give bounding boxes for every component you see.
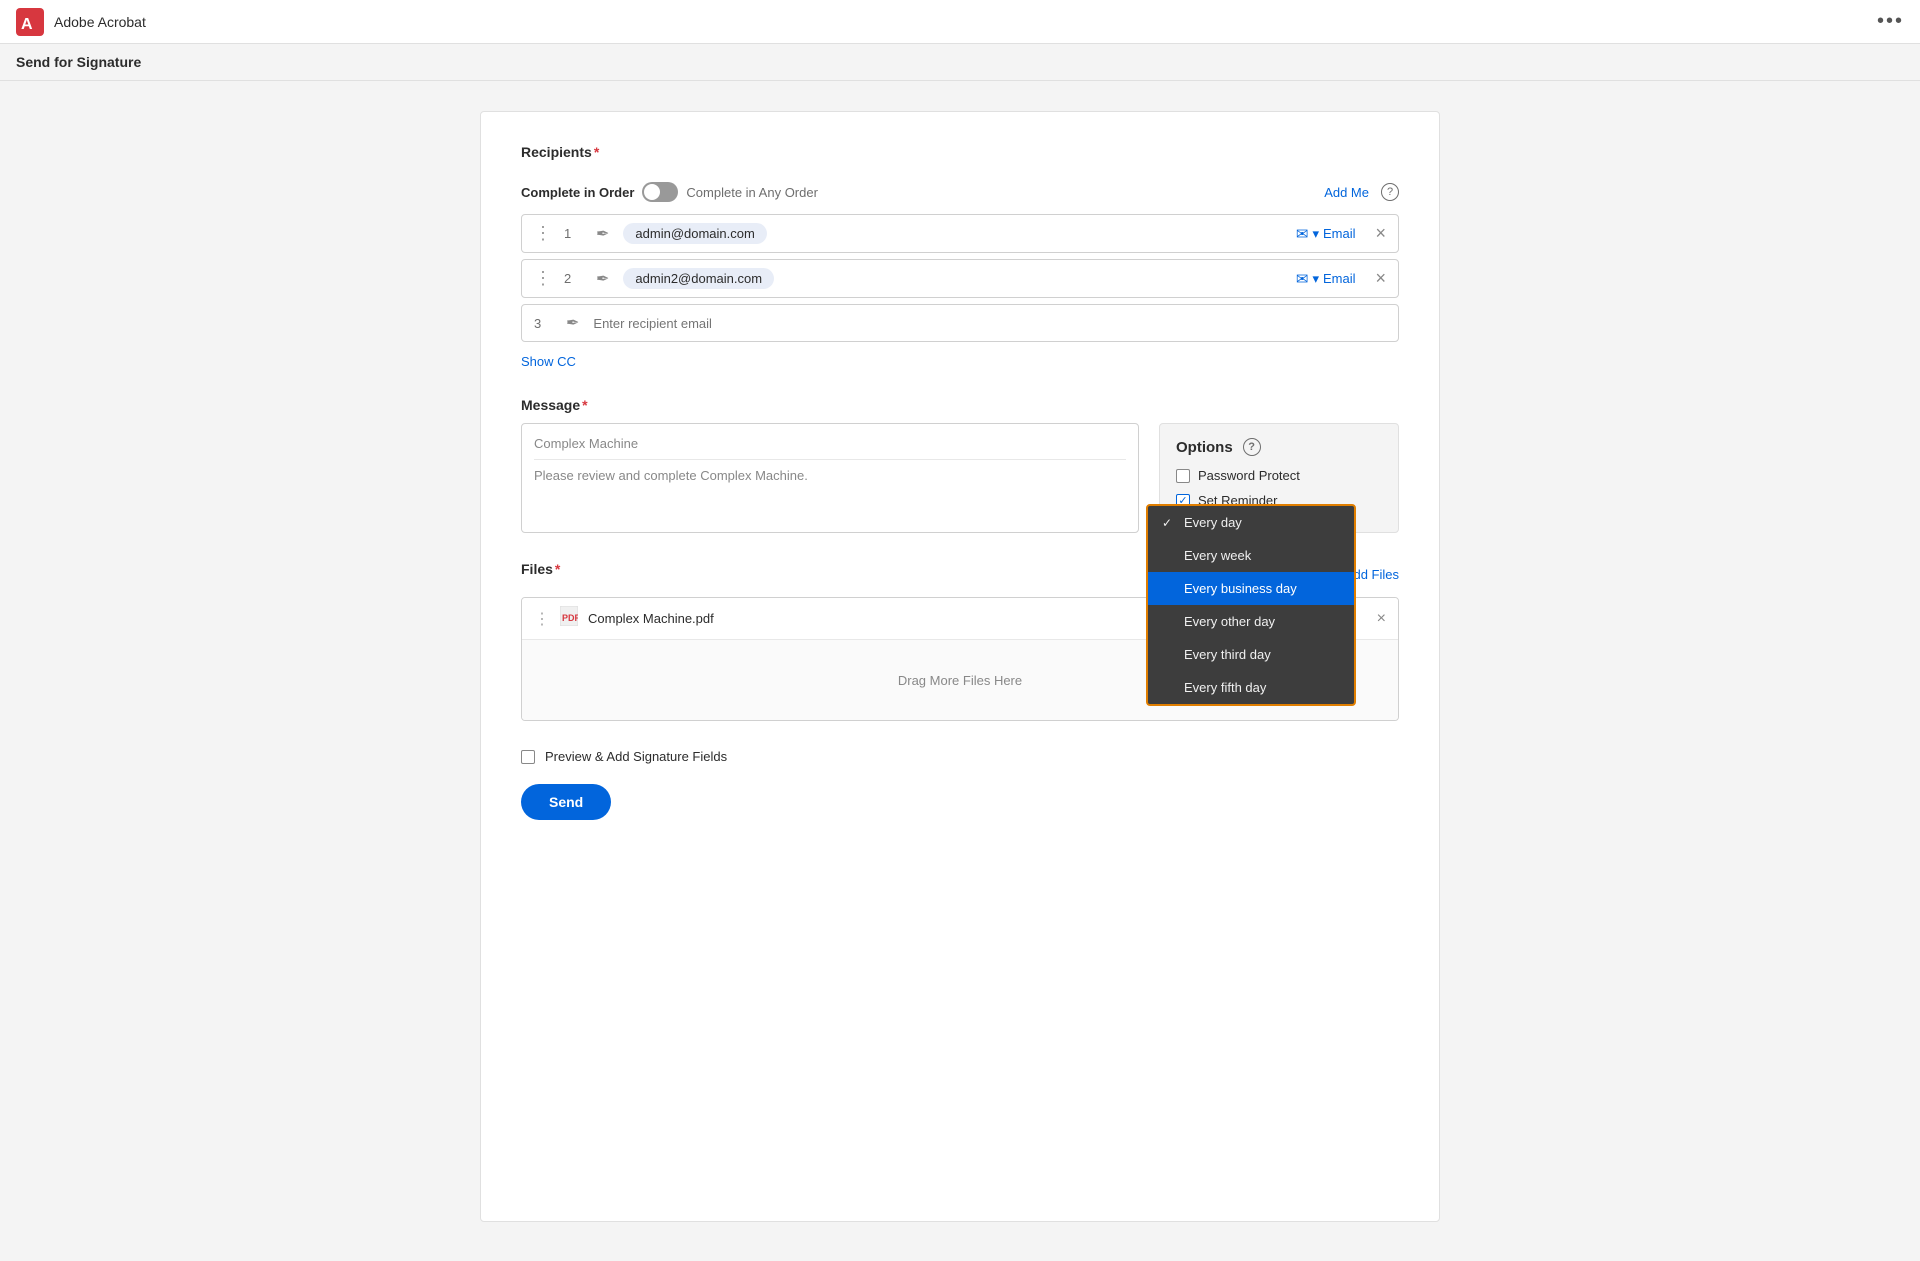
complete-in-order-label: Complete in Order	[521, 185, 634, 200]
files-label: Files*	[521, 561, 560, 577]
drag-handle[interactable]: ⋮	[534, 268, 552, 289]
message-area: Complex Machine Please review and comple…	[521, 423, 1399, 533]
order-toggle-row: Complete in Order Complete in Any Order …	[521, 182, 1399, 202]
password-protect-checkbox[interactable]	[1176, 469, 1190, 483]
checkmark-icon: ✓	[1162, 516, 1176, 530]
app-title: Adobe Acrobat	[54, 14, 146, 30]
message-label: Message*	[521, 397, 1399, 413]
message-body: Please review and complete Complex Machi…	[534, 468, 1126, 483]
envelope-icon: ✉	[1296, 225, 1309, 243]
password-protect-row: Password Protect	[1176, 468, 1382, 483]
preview-label: Preview & Add Signature Fields	[545, 749, 727, 764]
dropdown-item[interactable]: ✓ Every day	[1148, 506, 1354, 539]
email-type-selector[interactable]: ✉ ▾ Email	[1296, 270, 1356, 288]
message-box[interactable]: Complex Machine Please review and comple…	[521, 423, 1139, 533]
signature-icon: ✒	[596, 269, 609, 289]
email-chip[interactable]: admin@domain.com	[623, 223, 766, 244]
show-cc-link[interactable]: Show CC	[521, 354, 576, 369]
remove-recipient-button[interactable]: ×	[1375, 268, 1386, 289]
remove-recipient-button[interactable]: ×	[1375, 223, 1386, 244]
complete-any-order-label: Complete in Any Order	[686, 185, 818, 200]
chevron-down-icon: ▾	[1312, 226, 1319, 242]
email-chip[interactable]: admin2@domain.com	[623, 268, 774, 289]
dropdown-item[interactable]: Every third day	[1148, 638, 1354, 671]
dropdown-item[interactable]: Every business day	[1148, 572, 1354, 605]
chevron-down-icon: ▾	[1312, 271, 1319, 287]
signature-icon: ✒	[566, 313, 579, 333]
recipient-row: ⋮ 1 ✒ admin@domain.com ✉ ▾ Email ×	[521, 214, 1399, 253]
preview-row: Preview & Add Signature Fields	[521, 749, 1399, 764]
signature-icon: ✒	[596, 224, 609, 244]
drag-handle[interactable]: ⋮	[534, 223, 552, 244]
file-drag-handle[interactable]: ⋮	[534, 609, 550, 629]
help-icon[interactable]: ?	[1381, 183, 1399, 201]
toggle-knob	[644, 184, 660, 200]
remove-file-button[interactable]: ×	[1377, 610, 1386, 628]
message-subject: Complex Machine	[534, 436, 1126, 460]
send-button[interactable]: Send	[521, 784, 611, 820]
order-toggle[interactable]	[642, 182, 678, 202]
main-content: Recipients* Complete in Order Complete i…	[0, 81, 1920, 1252]
reminder-dropdown: ✓ Every day Every week Every business da…	[1146, 504, 1356, 706]
form-container: Recipients* Complete in Order Complete i…	[480, 111, 1440, 1222]
options-help-icon[interactable]: ?	[1243, 438, 1261, 456]
envelope-icon: ✉	[1296, 270, 1309, 288]
acrobat-icon: A	[16, 8, 44, 36]
row-number: 2	[564, 271, 582, 286]
options-title: Options ?	[1176, 438, 1382, 456]
empty-recipient-row: 3 ✒	[521, 304, 1399, 342]
svg-text:PDF: PDF	[562, 613, 578, 623]
row-number: 1	[564, 226, 582, 241]
message-section: Message* Complex Machine Please review a…	[521, 397, 1399, 533]
email-type-selector[interactable]: ✉ ▾ Email	[1296, 225, 1356, 243]
svg-text:A: A	[21, 16, 33, 33]
pdf-icon: PDF	[560, 606, 578, 631]
section-header: Send for Signature	[0, 44, 1920, 81]
options-panel: Options ? Password Protect ✓ Set Reminde…	[1159, 423, 1399, 533]
password-protect-label: Password Protect	[1198, 468, 1300, 483]
recipient-email-input[interactable]	[593, 316, 1386, 331]
preview-checkbox[interactable]	[521, 750, 535, 764]
recipients-header: Recipients*	[521, 144, 1399, 170]
row-number: 3	[534, 316, 552, 331]
dropdown-item[interactable]: Every fifth day	[1148, 671, 1354, 704]
dropdown-item[interactable]: Every week	[1148, 539, 1354, 572]
recipients-section: Recipients* Complete in Order Complete i…	[521, 144, 1399, 369]
title-bar: A Adobe Acrobat •••	[0, 0, 1920, 44]
title-bar-left: A Adobe Acrobat	[16, 8, 146, 36]
recipient-row: ⋮ 2 ✒ admin2@domain.com ✉ ▾ Email ×	[521, 259, 1399, 298]
add-me-link[interactable]: Add Me	[1324, 185, 1369, 200]
more-options-button[interactable]: •••	[1877, 10, 1904, 33]
recipients-label: Recipients*	[521, 144, 599, 160]
dropdown-item[interactable]: Every other day	[1148, 605, 1354, 638]
